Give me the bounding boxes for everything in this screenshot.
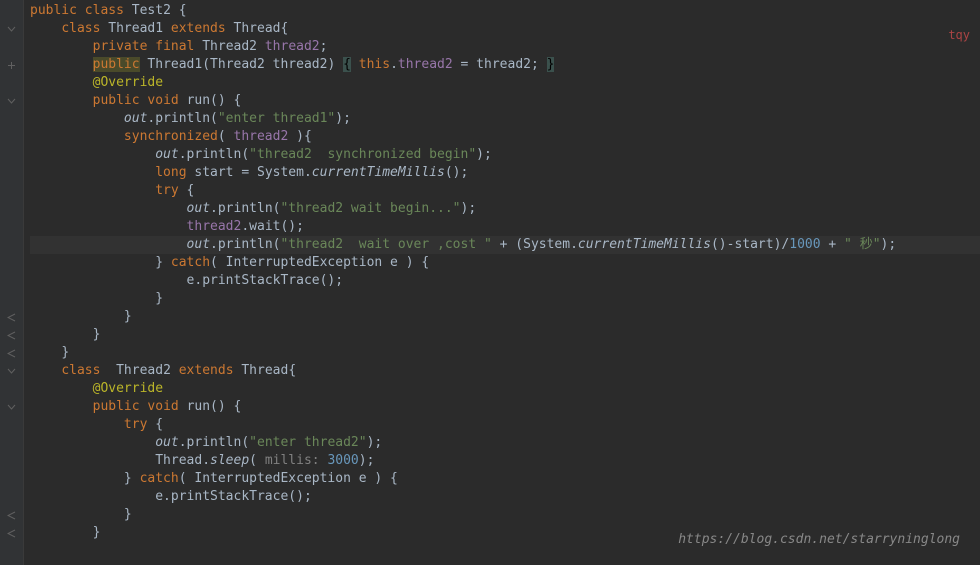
code-line: out.println("thread2 wait over ,cost " +… bbox=[30, 236, 980, 254]
fold-icon[interactable] bbox=[0, 362, 23, 380]
fold-icon[interactable] bbox=[0, 506, 23, 524]
footer-url: https://blog.csdn.net/starryninglong bbox=[678, 532, 960, 547]
code-line: } bbox=[30, 326, 980, 344]
code-line: } bbox=[30, 506, 980, 524]
code-line: try { bbox=[30, 182, 980, 200]
code-line: public Thread1(Thread2 thread2) { this.t… bbox=[30, 56, 980, 74]
fold-icon[interactable] bbox=[0, 344, 23, 362]
fold-icon[interactable] bbox=[0, 20, 23, 38]
code-line: Thread.sleep( millis: 3000); bbox=[30, 452, 980, 470]
code-line: e.printStackTrace(); bbox=[30, 488, 980, 506]
code-line: class Thread1 extends Thread{ bbox=[30, 20, 980, 38]
fold-icon[interactable] bbox=[0, 2, 23, 20]
code-line: @Override bbox=[30, 74, 980, 92]
code-editor[interactable]: tqy public class Test2 { class Thread1 e… bbox=[24, 0, 980, 565]
code-line: class Thread2 extends Thread{ bbox=[30, 362, 980, 380]
code-line: try { bbox=[30, 416, 980, 434]
watermark: tqy bbox=[948, 28, 970, 42]
code-line: public void run() { bbox=[30, 92, 980, 110]
code-line: synchronized( thread2 ){ bbox=[30, 128, 980, 146]
code-line: public class Test2 { bbox=[30, 2, 980, 20]
fold-icon[interactable] bbox=[0, 524, 23, 542]
code-line: long start = System.currentTimeMillis(); bbox=[30, 164, 980, 182]
code-line: } bbox=[30, 290, 980, 308]
fold-icon[interactable] bbox=[0, 308, 23, 326]
code-line: out.println("enter thread1"); bbox=[30, 110, 980, 128]
code-line: e.printStackTrace(); bbox=[30, 272, 980, 290]
code-line: thread2.wait(); bbox=[30, 218, 980, 236]
code-line: out.println("enter thread2"); bbox=[30, 434, 980, 452]
code-line: public void run() { bbox=[30, 398, 980, 416]
code-line: } bbox=[30, 344, 980, 362]
code-line: out.println("thread2 synchronized begin"… bbox=[30, 146, 980, 164]
code-line: @Override bbox=[30, 380, 980, 398]
code-line: } catch( InterruptedException e ) { bbox=[30, 254, 980, 272]
fold-icon[interactable] bbox=[0, 398, 23, 416]
code-line: } catch( InterruptedException e ) { bbox=[30, 470, 980, 488]
fold-icon[interactable] bbox=[0, 326, 23, 344]
fold-icon[interactable] bbox=[0, 56, 23, 74]
code-line: private final Thread2 thread2; bbox=[30, 38, 980, 56]
code-line: } bbox=[30, 308, 980, 326]
gutter bbox=[0, 0, 24, 565]
fold-icon[interactable] bbox=[0, 92, 23, 110]
code-line: out.println("thread2 wait begin..."); bbox=[30, 200, 980, 218]
